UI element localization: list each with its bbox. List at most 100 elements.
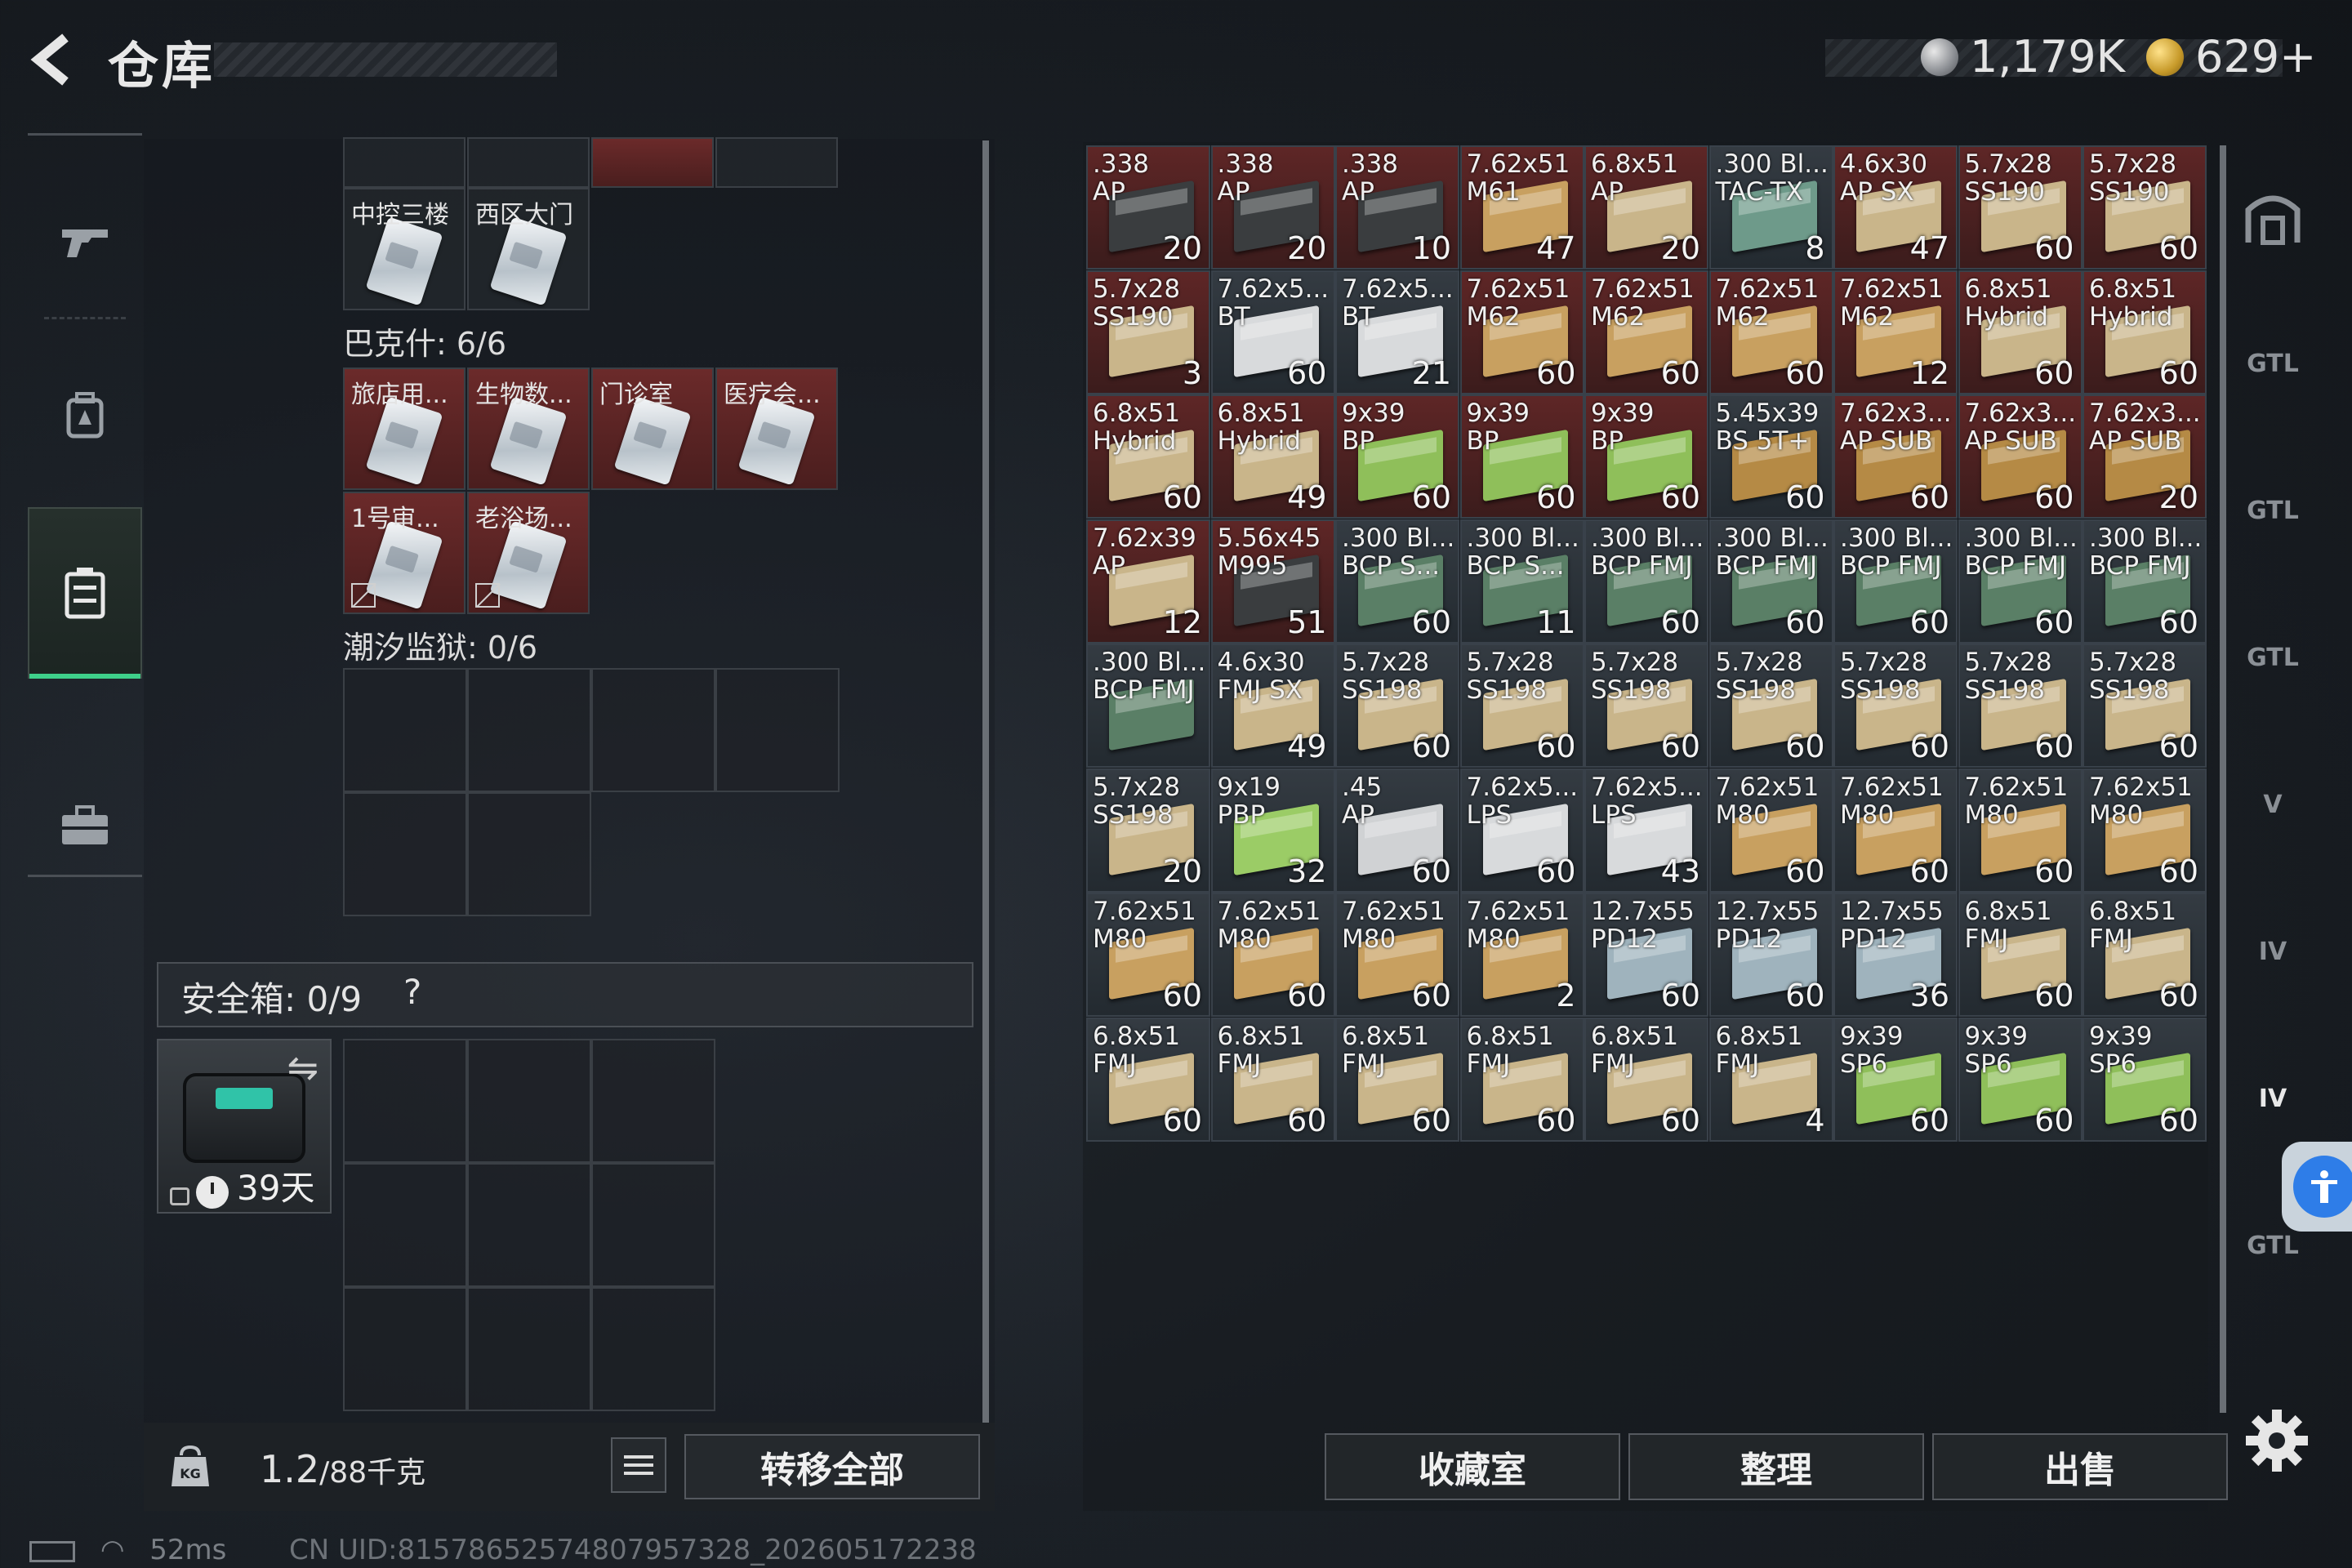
stash-tab-active[interactable]: IV: [2236, 1062, 2310, 1135]
left-scrollbar-thumb[interactable]: [982, 140, 989, 1423]
ammo-item[interactable]: 12.7x55 PD12 60: [1708, 893, 1833, 1017]
ammo-item[interactable]: 5.7x28 SS190 3: [1086, 270, 1210, 394]
currency-gold[interactable]: 629+: [2146, 31, 2316, 82]
safebox-slot[interactable]: [467, 1163, 591, 1287]
key-item[interactable]: 西区大门: [467, 188, 590, 310]
ammo-item[interactable]: 5.7x28 SS198 60: [1833, 644, 1958, 768]
key-item[interactable]: [591, 137, 714, 188]
ammo-item[interactable]: 6.8x51 FMJ 4: [1708, 1017, 1833, 1142]
collection-room-button[interactable]: 收藏室: [1325, 1433, 1620, 1500]
currency-silver[interactable]: 1,179K: [1921, 31, 2125, 82]
ammo-item[interactable]: 5.7x28 SS198 60: [1958, 644, 2082, 768]
ammo-item[interactable]: 6.8x51 Hybrid 60: [2082, 270, 2207, 394]
ammo-item[interactable]: 9x39 SP6 60: [1833, 1017, 1958, 1142]
stash-tab[interactable]: IV: [2236, 915, 2310, 988]
ammo-item[interactable]: 6.8x51 FMJ 60: [2082, 893, 2207, 1017]
ammo-item[interactable]: 5.7x28 SS190 60: [2082, 145, 2207, 270]
ammo-item[interactable]: 7.62x5... BT 60: [1210, 270, 1335, 394]
safebox-slot[interactable]: [343, 1039, 467, 1163]
ammo-item[interactable]: 7.62x51 M80 60: [1335, 893, 1459, 1017]
ammo-item[interactable]: .300 Bl... BCP S... 11: [1459, 519, 1584, 644]
settings-gear-icon[interactable]: [2243, 1406, 2311, 1475]
ammo-item[interactable]: .300 Bl... TAC-TX 8: [1708, 145, 1833, 270]
ammo-item[interactable]: .300 Bl... BCP FMJ: [1086, 644, 1210, 768]
ammo-item[interactable]: .300 Bl... BCP FMJ 60: [1958, 519, 2082, 644]
stash-tab[interactable]: V: [2236, 768, 2310, 841]
ammo-item[interactable]: 7.62x51 M80 60: [1210, 893, 1335, 1017]
swap-icon[interactable]: ⇋: [287, 1045, 318, 1089]
ammo-item[interactable]: 7.62x3... AP SUB 60: [1833, 394, 1958, 519]
accessibility-button[interactable]: [2282, 1142, 2352, 1232]
nav-backpack[interactable]: [28, 333, 142, 497]
ammo-item[interactable]: 5.7x28 SS198 20: [1086, 768, 1210, 893]
ammo-item[interactable]: 5.7x28 SS198 60: [1335, 644, 1459, 768]
ammo-item[interactable]: 7.62x51 M62 60: [1459, 270, 1584, 394]
key-item[interactable]: 中控三楼: [343, 188, 466, 310]
ammo-item[interactable]: 7.62x51 M62 60: [1584, 270, 1708, 394]
safebox-slot[interactable]: [467, 1287, 591, 1411]
stash-tab[interactable]: GTL: [2236, 621, 2310, 694]
ammo-item[interactable]: .300 Bl... BCP FMJ 60: [1584, 519, 1708, 644]
ammo-item[interactable]: .300 Bl... BCP FMJ 60: [1833, 519, 1958, 644]
ammo-item[interactable]: 9x39 BP 60: [1459, 394, 1584, 519]
ammo-item[interactable]: .338 AP 10: [1335, 145, 1459, 270]
ammo-item[interactable]: 5.7x28 SS198 60: [1708, 644, 1833, 768]
ammo-item[interactable]: 6.8x51 Hybrid 60: [1086, 394, 1210, 519]
ammo-item[interactable]: 7.62x3... AP SUB 20: [2082, 394, 2207, 519]
ammo-item[interactable]: 7.62x51 M80 60: [1708, 768, 1833, 893]
ammo-item[interactable]: 7.62x51 M62 60: [1708, 270, 1833, 394]
key-item[interactable]: 医疗会...: [715, 368, 838, 490]
ammo-item[interactable]: 7.62x5... LPS 60: [1459, 768, 1584, 893]
key-item[interactable]: 门诊室: [591, 368, 714, 490]
empty-slot[interactable]: [715, 668, 840, 792]
ammo-item[interactable]: 9x39 SP6 60: [2082, 1017, 2207, 1142]
ammo-item[interactable]: 5.7x28 SS190 60: [1958, 145, 2082, 270]
ammo-item[interactable]: 9x19 PBP 32: [1210, 768, 1335, 893]
ammo-item[interactable]: .300 Bl... BCP FMJ 60: [1708, 519, 1833, 644]
empty-slot[interactable]: [715, 137, 838, 188]
safebox-slot[interactable]: [591, 1287, 715, 1411]
ammo-item[interactable]: 6.8x51 FMJ 60: [1958, 893, 2082, 1017]
ammo-item[interactable]: 5.7x28 SS198 60: [1584, 644, 1708, 768]
ammo-item[interactable]: .300 Bl... BCP FMJ 60: [2082, 519, 2207, 644]
ammo-item[interactable]: 9x39 SP6 60: [1958, 1017, 2082, 1142]
ammo-item[interactable]: 7.62x5... BT 21: [1335, 270, 1459, 394]
ammo-item[interactable]: 12.7x55 PD12 60: [1584, 893, 1708, 1017]
ammo-item[interactable]: 7.62x51 M80 2: [1459, 893, 1584, 1017]
sell-button[interactable]: 出售: [1932, 1433, 2228, 1500]
ammo-item[interactable]: .338 AP 20: [1086, 145, 1210, 270]
safebox-slot[interactable]: [591, 1039, 715, 1163]
safebox-slot[interactable]: [343, 1287, 467, 1411]
key-item[interactable]: [467, 137, 590, 188]
ammo-item[interactable]: 7.62x51 M62 12: [1833, 270, 1958, 394]
empty-slot[interactable]: [343, 792, 467, 916]
key-item[interactable]: 生物数...: [467, 368, 590, 490]
ammo-item[interactable]: .45 AP 60: [1335, 768, 1459, 893]
key-item[interactable]: 1号审...: [343, 492, 466, 614]
nav-briefcase[interactable]: [28, 744, 142, 907]
ammo-item[interactable]: 5.45x39 BS 5T+ 60: [1708, 394, 1833, 519]
ammo-item[interactable]: 6.8x51 FMJ 60: [1459, 1017, 1584, 1142]
empty-slot[interactable]: [343, 668, 467, 792]
ammo-item[interactable]: 6.8x51 FMJ 60: [1086, 1017, 1210, 1142]
ammo-item[interactable]: 7.62x51 M80 60: [1086, 893, 1210, 1017]
ammo-item[interactable]: 4.6x30 AP SX 47: [1833, 145, 1958, 270]
ammo-item[interactable]: 7.62x51 M61 47: [1459, 145, 1584, 270]
ammo-item[interactable]: 6.8x51 Hybrid 49: [1210, 394, 1335, 519]
back-button[interactable]: [24, 31, 82, 88]
ammo-item[interactable]: 5.7x28 SS198 60: [1459, 644, 1584, 768]
safebox-slot[interactable]: [591, 1163, 715, 1287]
ammo-item[interactable]: 7.62x3... AP SUB 60: [1958, 394, 2082, 519]
list-view-button[interactable]: [611, 1437, 666, 1493]
ammo-item[interactable]: 7.62x51 M80 60: [1958, 768, 2082, 893]
ammo-item[interactable]: 7.62x51 M80 60: [2082, 768, 2207, 893]
stash-tab-home[interactable]: [2236, 180, 2310, 253]
nav-case[interactable]: [28, 507, 142, 679]
ammo-item[interactable]: 5.56x45 M995 51: [1210, 519, 1335, 644]
ammo-item[interactable]: 6.8x51 FMJ 60: [1210, 1017, 1335, 1142]
ammo-item[interactable]: 6.8x51 Hybrid 60: [1958, 270, 2082, 394]
ammo-item[interactable]: .338 AP 20: [1210, 145, 1335, 270]
ammo-item[interactable]: 5.7x28 SS198 60: [2082, 644, 2207, 768]
stash-tab[interactable]: GTL: [2236, 474, 2310, 547]
ammo-item[interactable]: 6.8x51 FMJ 60: [1584, 1017, 1708, 1142]
